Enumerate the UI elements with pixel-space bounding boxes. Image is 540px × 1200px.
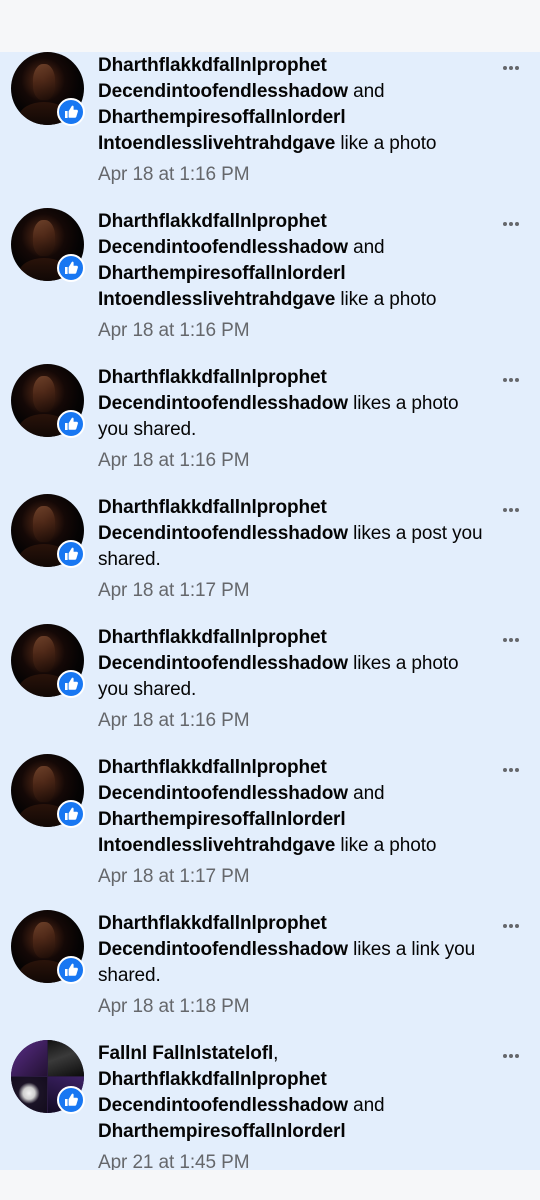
actor-name[interactable]: Dharthempiresoffallnlorderl xyxy=(98,1121,346,1142)
actor-name[interactable]: Dharthempiresoffallnlorderl Intoendlessl… xyxy=(98,107,346,154)
timestamp: Apr 18 at 1:17 PM xyxy=(98,580,250,601)
more-options-icon[interactable] xyxy=(498,918,524,934)
actor-name[interactable]: Dharthflakkdfallnlprophet Decendintoofen… xyxy=(98,497,348,544)
notifications-list: Dharthflakkdfallnlprophet Decendintoofen… xyxy=(0,52,540,1170)
timestamp: Apr 18 at 1:17 PM xyxy=(98,866,250,887)
more-options-icon[interactable] xyxy=(498,60,524,76)
separator-text: , xyxy=(273,1043,279,1064)
more-options-icon[interactable] xyxy=(498,502,524,518)
thumbs-up-icon xyxy=(57,410,85,438)
actor-name[interactable]: Dharthempiresoffallnlorderl Intoendlessl… xyxy=(98,809,346,856)
actor-name[interactable]: Dharthflakkdfallnlprophet Decendintoofen… xyxy=(98,757,348,804)
more-options-icon[interactable] xyxy=(498,1048,524,1064)
more-options-icon[interactable] xyxy=(498,372,524,388)
thumbs-up-icon xyxy=(57,956,85,984)
actor-name[interactable]: Fallnl Fallnlstatelofl xyxy=(98,1043,273,1064)
more-options-icon[interactable] xyxy=(498,216,524,232)
more-options-icon[interactable] xyxy=(498,762,524,778)
joiner-text: and xyxy=(347,81,385,102)
thumbs-up-icon xyxy=(57,254,85,282)
actor-name[interactable]: Dharthflakkdfallnlprophet Decendintoofen… xyxy=(98,1069,348,1116)
thumbs-up-icon xyxy=(57,540,85,568)
thumbs-up-icon xyxy=(57,800,85,828)
notification-text: Dharthflakkdfallnlprophet Decendintoofen… xyxy=(98,365,488,474)
notification-text: Dharthflakkdfallnlprophet Decendintoofen… xyxy=(98,911,488,1020)
action-text: like a photo xyxy=(335,835,437,856)
status-bar-area xyxy=(0,0,540,52)
timestamp: Apr 18 at 1:16 PM xyxy=(98,320,250,341)
joiner-text: and xyxy=(347,237,385,258)
timestamp: Apr 18 at 1:16 PM xyxy=(98,450,250,471)
notification-text: Dharthflakkdfallnlprophet Decendintoofen… xyxy=(98,53,488,188)
timestamp: Apr 18 at 1:16 PM xyxy=(98,164,250,185)
actor-name[interactable]: Dharthflakkdfallnlprophet Decendintoofen… xyxy=(98,913,348,960)
actor-name[interactable]: Dharthflakkdfallnlprophet Decendintoofen… xyxy=(98,211,348,258)
actor-name[interactable]: Dharthflakkdfallnlprophet Decendintoofen… xyxy=(98,55,348,102)
bottom-bar-area xyxy=(0,1170,540,1200)
thumbs-up-icon xyxy=(57,670,85,698)
notification-text: Dharthflakkdfallnlprophet Decendintoofen… xyxy=(98,209,488,344)
actor-name[interactable]: Dharthflakkdfallnlprophet Decendintoofen… xyxy=(98,367,348,414)
timestamp: Apr 18 at 1:16 PM xyxy=(98,710,250,731)
joiner-text: and xyxy=(347,1095,385,1116)
notification-text: Dharthflakkdfallnlprophet Decendintoofen… xyxy=(98,755,488,890)
actor-name[interactable]: Dharthempiresoffallnlorderl Intoendlessl… xyxy=(98,263,346,310)
action-text: like a photo xyxy=(335,289,437,310)
notification-text: Fallnl Fallnlstatelofl, Dharthflakkdfall… xyxy=(98,1041,488,1170)
notification-text: Dharthflakkdfallnlprophet Decendintoofen… xyxy=(98,625,488,734)
more-options-icon[interactable] xyxy=(498,632,524,648)
joiner-text: and xyxy=(347,783,385,804)
action-text: like a photo xyxy=(335,133,437,154)
timestamp: Apr 18 at 1:18 PM xyxy=(98,996,250,1017)
thumbs-up-icon xyxy=(57,98,85,126)
timestamp: Apr 21 at 1:45 PM xyxy=(98,1152,250,1170)
thumbs-up-icon xyxy=(57,1086,85,1114)
notification-text: Dharthflakkdfallnlprophet Decendintoofen… xyxy=(98,495,488,604)
actor-name[interactable]: Dharthflakkdfallnlprophet Decendintoofen… xyxy=(98,627,348,674)
